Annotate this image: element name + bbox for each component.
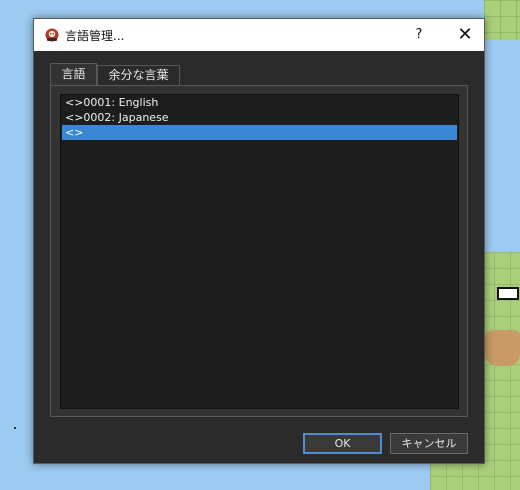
- language-list[interactable]: <>0001: English <>0002: Japanese <>: [60, 94, 459, 409]
- tab-extra-words[interactable]: 余分な言葉: [97, 65, 180, 85]
- list-item-japanese[interactable]: <>0002: Japanese: [62, 110, 457, 125]
- map-dirt-patch: [484, 330, 520, 366]
- close-icon[interactable]: ✕: [446, 19, 484, 51]
- map-grass-tiles-top: [484, 0, 520, 40]
- window-title: 言語管理...: [65, 29, 125, 43]
- list-item-english[interactable]: <>0001: English: [62, 95, 457, 110]
- title-bar[interactable]: 言語管理... ? ✕: [34, 19, 484, 51]
- language-manager-dialog: 言語管理... ? ✕ 言語 余分な言葉 <>0001: English <>0…: [33, 18, 485, 464]
- languages-tab-panel: <>0001: English <>0002: Japanese <>: [50, 85, 468, 417]
- tab-languages[interactable]: 言語: [50, 63, 97, 86]
- ok-button[interactable]: OK: [303, 433, 382, 454]
- map-dot: [14, 427, 16, 429]
- list-item-empty-selected[interactable]: <>: [62, 125, 457, 140]
- help-icon[interactable]: ?: [404, 19, 434, 51]
- cancel-button[interactable]: キャンセル: [390, 433, 468, 454]
- map-event-marker: [497, 287, 519, 300]
- app-icon: [44, 27, 60, 43]
